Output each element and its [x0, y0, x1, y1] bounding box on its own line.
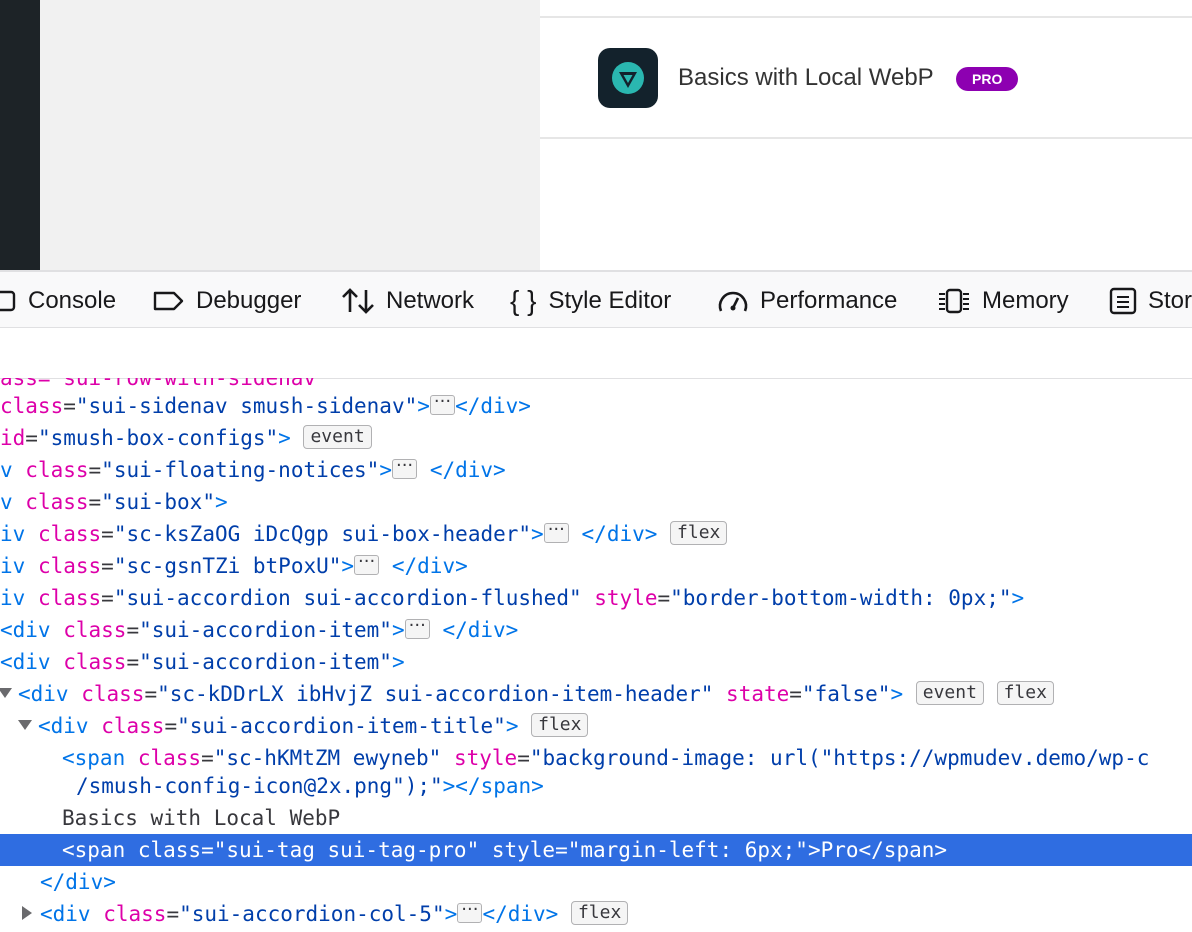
tree-row[interactable]: iv class="sui-accordion sui-accordion-fl… [0, 582, 1192, 614]
tab-style-editor-label: Style Editor [548, 287, 672, 314]
tab-style-editor[interactable]: { } Style Editor [510, 272, 671, 330]
expand-twisty[interactable] [18, 720, 32, 730]
tab-performance-label: Performance [760, 287, 898, 314]
tab-memory[interactable]: Memory [936, 272, 1069, 330]
config-title[interactable]: Basics with Local WebP [678, 62, 934, 94]
collapsed-ellipsis[interactable]: ··· [391, 457, 418, 479]
tab-console-label: Console [28, 287, 117, 314]
tree-row[interactable]: v class="sui-box"> [0, 486, 1192, 518]
tab-debugger[interactable]: Debugger [152, 272, 301, 330]
collapsed-ellipsis[interactable]: ··· [429, 393, 456, 415]
tree-row[interactable]: Basics with Local WebP [0, 802, 1192, 834]
event-badge[interactable]: event [303, 425, 372, 449]
tree-row[interactable]: <div class="sc-kDDrLX ibHvjZ sui-accordi… [0, 678, 1192, 710]
flex-badge[interactable]: flex [531, 713, 589, 737]
collapsed-ellipsis[interactable]: ··· [457, 901, 483, 923]
page-viewport: Basics with Local WebP PRO [0, 0, 1192, 270]
flex-badge[interactable]: flex [570, 901, 629, 925]
debugger-icon [153, 291, 184, 311]
expand-twisty[interactable] [0, 688, 12, 698]
collapsed-ellipsis[interactable]: ··· [354, 553, 380, 575]
config-icon [598, 48, 658, 108]
configs-panel: Basics with Local WebP PRO [540, 0, 1192, 270]
admin-sidebar [0, 0, 40, 270]
pro-tag: PRO [956, 67, 1019, 91]
tab-storage[interactable]: Stor [1108, 272, 1192, 330]
markup-tree[interactable]: ass="sui-row-with-sidenav" class="sui-si… [0, 378, 1192, 932]
tree-row[interactable]: class="sui-sidenav smush-sidenav"> ··· </d… [0, 390, 1192, 422]
tree-row[interactable]: <div class="sui-accordion-col-5"> ··· </di… [0, 898, 1192, 930]
tree-row-selected[interactable]: <span class="sui-tag sui-tag-pro" style=… [0, 834, 1192, 866]
devtools-panel: Console Debugger Network { } Style Edito… [0, 270, 1192, 932]
tab-network[interactable]: Network [340, 272, 474, 330]
braces-icon: { } [510, 285, 537, 316]
tree-row[interactable]: <div class="sui-accordion-item"> ··· </di… [0, 614, 1192, 646]
divider [540, 137, 1192, 139]
tree-row[interactable]: <div class="sui-accordion-item"> [0, 646, 1192, 678]
tab-network-label: Network [386, 287, 475, 314]
tab-performance[interactable]: Performance [716, 272, 897, 330]
tab-console[interactable]: Console [0, 272, 116, 330]
tree-row[interactable]: id="smush-box-configs"> event [0, 422, 1192, 454]
memory-icon [939, 288, 969, 314]
expand-twisty[interactable] [22, 906, 32, 920]
flex-badge[interactable]: flex [670, 521, 728, 545]
tree-row[interactable]: iv class="sc-gsnTZi btPoxU"> ··· </div> [0, 550, 1192, 582]
devtools-tabbar: Console Debugger Network { } Style Edito… [0, 270, 1192, 328]
flex-badge[interactable]: flex [996, 681, 1054, 705]
collapsed-ellipsis[interactable]: ··· [543, 521, 569, 543]
event-badge[interactable]: event [915, 681, 984, 705]
tab-memory-label: Memory [982, 287, 1069, 314]
tree-row[interactable]: </div> [0, 866, 1192, 898]
tree-row[interactable]: <div class="sui-accordion-item-title"> f… [0, 710, 1192, 742]
inspector-toolbar [0, 328, 1192, 379]
performance-icon [718, 291, 748, 312]
tree-row[interactable]: v class="sui-floating-notices"> ··· </div… [0, 454, 1192, 486]
storage-icon [1109, 287, 1137, 315]
tab-storage-label: Stor [1148, 287, 1192, 314]
tab-debugger-label: Debugger [196, 287, 302, 314]
console-icon [0, 290, 16, 312]
tree-row[interactable]: iv class="sc-ksZaOG iDcQgp sui-box-heade… [0, 518, 1192, 550]
collapsed-ellipsis[interactable]: ··· [404, 617, 430, 639]
tree-row[interactable]: /smush-config-icon@2x.png");"></span> [0, 770, 1192, 802]
network-icon [342, 288, 374, 314]
divider [540, 16, 1192, 18]
